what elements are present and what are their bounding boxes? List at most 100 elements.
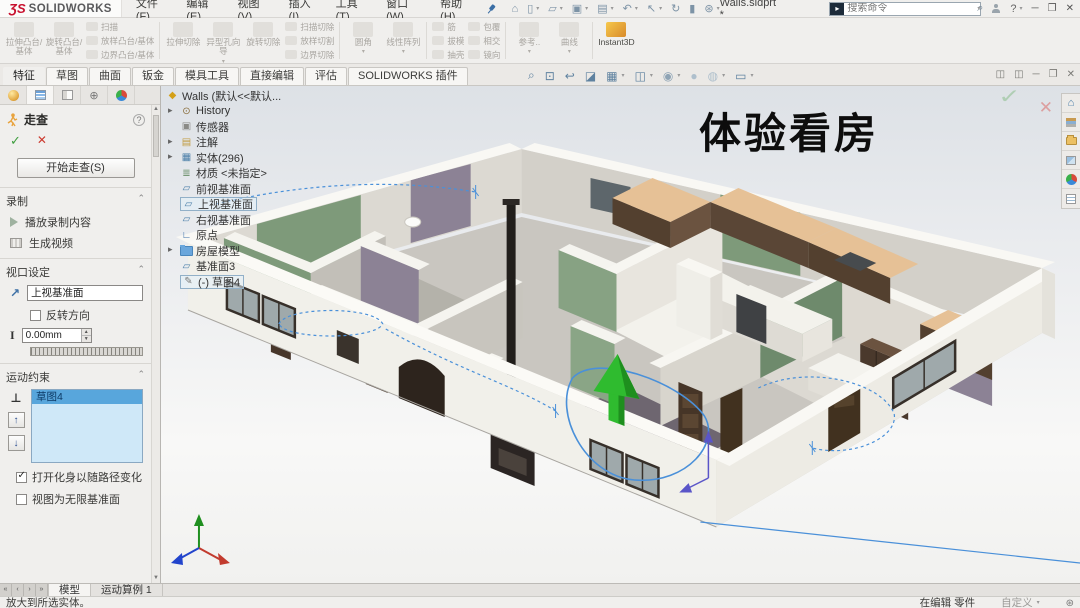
print-icon[interactable] [597,2,607,15]
spinner-buttons[interactable]: ▲▼ [81,329,91,342]
user-account-icon[interactable] [991,4,1001,14]
view-orientation-icon[interactable] [606,69,617,83]
wrap-button[interactable]: 包覆 [468,21,500,33]
command-search[interactable]: ▸ ▾ [829,2,981,16]
reverse-direction-checkbox[interactable] [30,310,41,321]
tab-addins[interactable]: SOLIDWORKS 插件 [348,67,468,85]
linear-pattern-button[interactable]: 线性阵列 [383,20,423,61]
tree-item-history[interactable]: ▸History [166,104,324,120]
tab-property-manager[interactable] [27,86,54,104]
task-pane-custom-properties[interactable] [1062,189,1080,208]
tree-item-material[interactable]: 材质 <未指定> [166,166,324,182]
tab-surfaces[interactable]: 曲面 [89,67,131,85]
tab-sketch[interactable]: 草图 [46,67,88,85]
doc-restore-button[interactable]: ❐ [1049,69,1058,80]
infinite-plane-checkbox[interactable] [16,494,27,505]
task-pane-design-library[interactable] [1062,113,1080,132]
chevron-down-icon[interactable]: ▾ [1037,599,1040,606]
status-gear-icon[interactable] [1066,597,1074,608]
chevron-down-icon[interactable]: ▾ [536,5,539,12]
tile-icon[interactable]: ◫ [1014,69,1023,80]
start-walkthrough-button[interactable]: 开始走查(S) [17,158,135,178]
curves-button[interactable]: 曲线 [549,20,589,61]
extruded-cut-button[interactable]: 拉伸切除 [163,20,203,61]
hide-show-items-icon[interactable] [663,69,673,83]
tree-item-solid-bodies[interactable]: ▸实体(296) [166,150,324,166]
display-style-icon[interactable] [635,69,646,83]
tree-item-sensors[interactable]: 传感器 [166,119,324,135]
tab-mold-tools[interactable]: 模具工具 [175,67,239,85]
spin-up-icon[interactable]: ▲ [82,329,91,336]
tab-features[interactable]: 特征 [3,67,45,85]
search-input[interactable] [844,3,977,14]
graphics-viewport[interactable]: Walls (默认<<默认... ▸History 传感器 ▸注解 ▸实体(29… [161,86,1080,583]
confirm-cancel-icon[interactable]: ✕ [1039,98,1053,118]
zoom-to-fit-icon[interactable] [528,68,535,83]
mirror-button[interactable]: 镜向 [468,49,500,61]
constraint-listbox[interactable]: 草图4 [31,389,143,463]
scroll-up-icon[interactable]: ▲ [152,105,160,114]
collapse-chevron-icon[interactable]: ⌃ [137,264,145,280]
intersect-button[interactable]: 相交 [468,35,500,47]
task-pane-file-explorer[interactable] [1062,132,1080,151]
tree-item-front-plane[interactable]: 前视基准面 [166,181,324,197]
tree-root-walls[interactable]: Walls (默认<<默认... [166,88,324,104]
instant3d-button[interactable]: Instant3D [596,20,636,61]
spin-down-icon[interactable]: ▼ [82,336,91,342]
selected-sketch-item[interactable]: 草图4 [32,390,142,404]
ok-button[interactable]: ✓ [10,133,21,149]
close-button[interactable]: ✕ [1066,3,1074,14]
minimize-button[interactable]: ─ [1032,3,1039,14]
tab-sheet-metal[interactable]: 钣金 [132,67,174,85]
height-value[interactable]: 0.00mm [23,329,81,342]
height-slider[interactable] [30,347,143,356]
move-down-button[interactable]: ↓ [8,435,25,451]
expand-caret-icon[interactable]: ▸ [168,105,173,116]
task-pane-appearances[interactable] [1062,170,1080,189]
section-view-icon[interactable] [585,69,596,83]
tree-item-house-model-folder[interactable]: ▸房屋模型 [166,243,324,259]
boundary-cut-button[interactable]: 边界切除 [285,49,334,61]
view-settings-icon[interactable] [735,69,746,83]
motion-study-tab[interactable]: 运动算例 1 [91,584,163,596]
play-recording-row[interactable]: 播放录制内容 [6,209,145,230]
undo-icon[interactable] [623,2,632,15]
chevron-down-icon[interactable]: ▾ [677,72,680,79]
lofted-cut-button[interactable]: 放样切割 [285,35,334,47]
tab-display-manager[interactable] [108,86,135,104]
chevron-down-icon[interactable]: ▾ [650,72,653,79]
previous-view-icon[interactable] [565,69,575,83]
select-icon[interactable] [647,2,656,15]
collapse-chevron-icon[interactable]: ⌃ [137,193,145,209]
cancel-button[interactable]: ✕ [37,133,47,149]
scroll-down-icon[interactable]: ▼ [152,574,160,583]
tab-direct-editing[interactable]: 直接编辑 [240,67,304,85]
revolved-boss-button[interactable]: 旋转凸台/基体 [44,20,84,61]
revolved-cut-button[interactable]: 旋转切除 [243,20,283,61]
chevron-down-icon[interactable]: ▾ [751,72,754,79]
chevron-down-icon[interactable]: ▾ [622,72,625,79]
doc-minimize-button[interactable]: ─ [1033,69,1040,80]
task-pane-home[interactable] [1062,94,1080,113]
task-pane-view-palette[interactable] [1062,151,1080,170]
home-icon[interactable] [512,3,519,15]
chevron-down-icon[interactable]: ▾ [585,5,588,12]
open-icon[interactable] [548,2,556,15]
boundary-boss-button[interactable]: 边界凸台/基体 [86,49,154,61]
chevron-down-icon[interactable]: ▾ [659,5,662,12]
fillet-button[interactable]: 圆角 [343,20,383,61]
chevron-down-icon[interactable]: ▾ [1020,5,1023,12]
tab-evaluate[interactable]: 评估 [305,67,347,85]
help-button[interactable]: ? [1010,3,1016,15]
confirm-check-icon[interactable]: ✓ [998,86,1021,109]
rib-button[interactable]: 筋 [432,21,464,33]
collapse-chevron-icon[interactable]: ⌃ [137,369,145,385]
tree-item-top-plane[interactable]: 上视基准面 [166,197,324,213]
tab-configurations[interactable] [54,86,81,104]
zoom-to-area-icon[interactable] [545,69,555,83]
avatar-follow-path-checkbox[interactable] [16,472,27,483]
customize-menu[interactable]: 自定义 [1001,595,1033,608]
move-up-button[interactable]: ↑ [8,412,25,428]
lofted-boss-button[interactable]: 放样凸台/基体 [86,35,154,47]
tree-item-sketch4[interactable]: (-) 草图4 [166,274,324,290]
